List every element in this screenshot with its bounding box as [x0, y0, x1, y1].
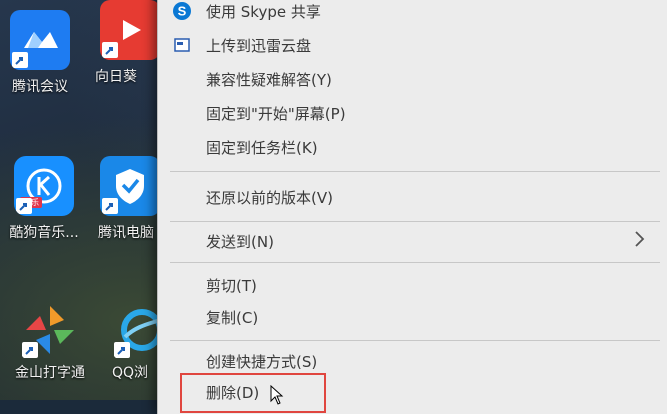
desktop-icon-label: 金山打字通 [15, 365, 85, 381]
mouse-cursor-icon [270, 384, 284, 409]
menu-item-xunlei-upload[interactable]: 上传到迅雷云盘 [158, 30, 667, 60]
menu-item-label: 复制(C) [206, 308, 259, 327]
menu-item-label: 固定到任务栏(K) [206, 138, 318, 157]
sunflower-icon [100, 0, 160, 60]
tencent-meeting-icon [10, 10, 70, 70]
menu-item-skype-share[interactable]: S 使用 Skype 共享 [158, 0, 667, 26]
desktop-icon-label: 腾讯会议 [12, 79, 68, 95]
menu-item-label: 还原以前的版本(V) [206, 188, 333, 207]
menu-item-restore-versions[interactable]: 还原以前的版本(V) [158, 182, 667, 212]
desktop-icon-qq-browser[interactable]: QQ浏 [112, 300, 164, 382]
menu-separator [170, 340, 660, 341]
menu-item-cut[interactable]: 剪切(T) [158, 270, 667, 300]
menu-item-compatibility[interactable]: 兼容性疑难解答(Y) [158, 64, 667, 94]
menu-item-send-to[interactable]: 发送到(N) [158, 226, 667, 256]
desktop-icon-tencent-pcmgr[interactable]: 腾讯电脑 [98, 156, 162, 242]
shortcut-arrow-icon [16, 198, 32, 214]
shortcut-arrow-icon [102, 198, 118, 214]
desktop-icon-label: 腾讯电脑 [98, 225, 154, 241]
kugou-icon: 音乐 [14, 156, 74, 216]
menu-item-pin-taskbar[interactable]: 固定到任务栏(K) [158, 132, 667, 162]
shortcut-arrow-icon [102, 42, 118, 58]
desktop-icon-label: 向日葵 [95, 69, 137, 85]
tencent-pcmgr-icon [100, 156, 160, 216]
skype-icon: S [172, 1, 192, 21]
menu-item-create-shortcut[interactable]: 创建快捷方式(S) [158, 346, 667, 376]
menu-item-label: 固定到"开始"屏幕(P) [206, 104, 346, 123]
highlight-box [180, 373, 326, 413]
desktop-icon-label: QQ浏 [112, 365, 149, 381]
chevron-right-icon [634, 230, 646, 252]
desktop-icon-sunflower[interactable]: 向日葵 [95, 0, 165, 86]
menu-separator [170, 221, 660, 222]
shortcut-arrow-icon [114, 342, 130, 358]
menu-separator [170, 171, 660, 172]
context-menu: S 使用 Skype 共享 上传到迅雷云盘 兼容性疑难解答(Y) 固定到"开始"… [157, 0, 667, 414]
desktop-icon-kugou[interactable]: 音乐 酷狗音乐... [4, 156, 84, 242]
menu-item-label: 创建快捷方式(S) [206, 352, 318, 371]
desktop-icon-tencent-meeting[interactable]: 腾讯会议 [0, 10, 80, 96]
svg-text:S: S [178, 4, 187, 19]
desktop-icon-label: 酷狗音乐... [9, 225, 79, 241]
menu-item-label: 使用 Skype 共享 [206, 2, 321, 21]
kingsoft-typing-icon [20, 300, 80, 360]
menu-separator [170, 262, 660, 263]
menu-item-pin-start[interactable]: 固定到"开始"屏幕(P) [158, 98, 667, 128]
menu-item-label: 剪切(T) [206, 276, 257, 295]
desktop-icon-kingsoft-typing[interactable]: 金山打字通 [10, 300, 90, 382]
menu-item-label: 上传到迅雷云盘 [206, 36, 312, 55]
shortcut-arrow-icon [12, 52, 28, 68]
xunlei-icon [172, 35, 192, 55]
menu-item-label: 发送到(N) [206, 232, 274, 251]
menu-item-copy[interactable]: 复制(C) [158, 302, 667, 332]
shortcut-arrow-icon [22, 342, 38, 358]
menu-item-label: 兼容性疑难解答(Y) [206, 70, 332, 89]
